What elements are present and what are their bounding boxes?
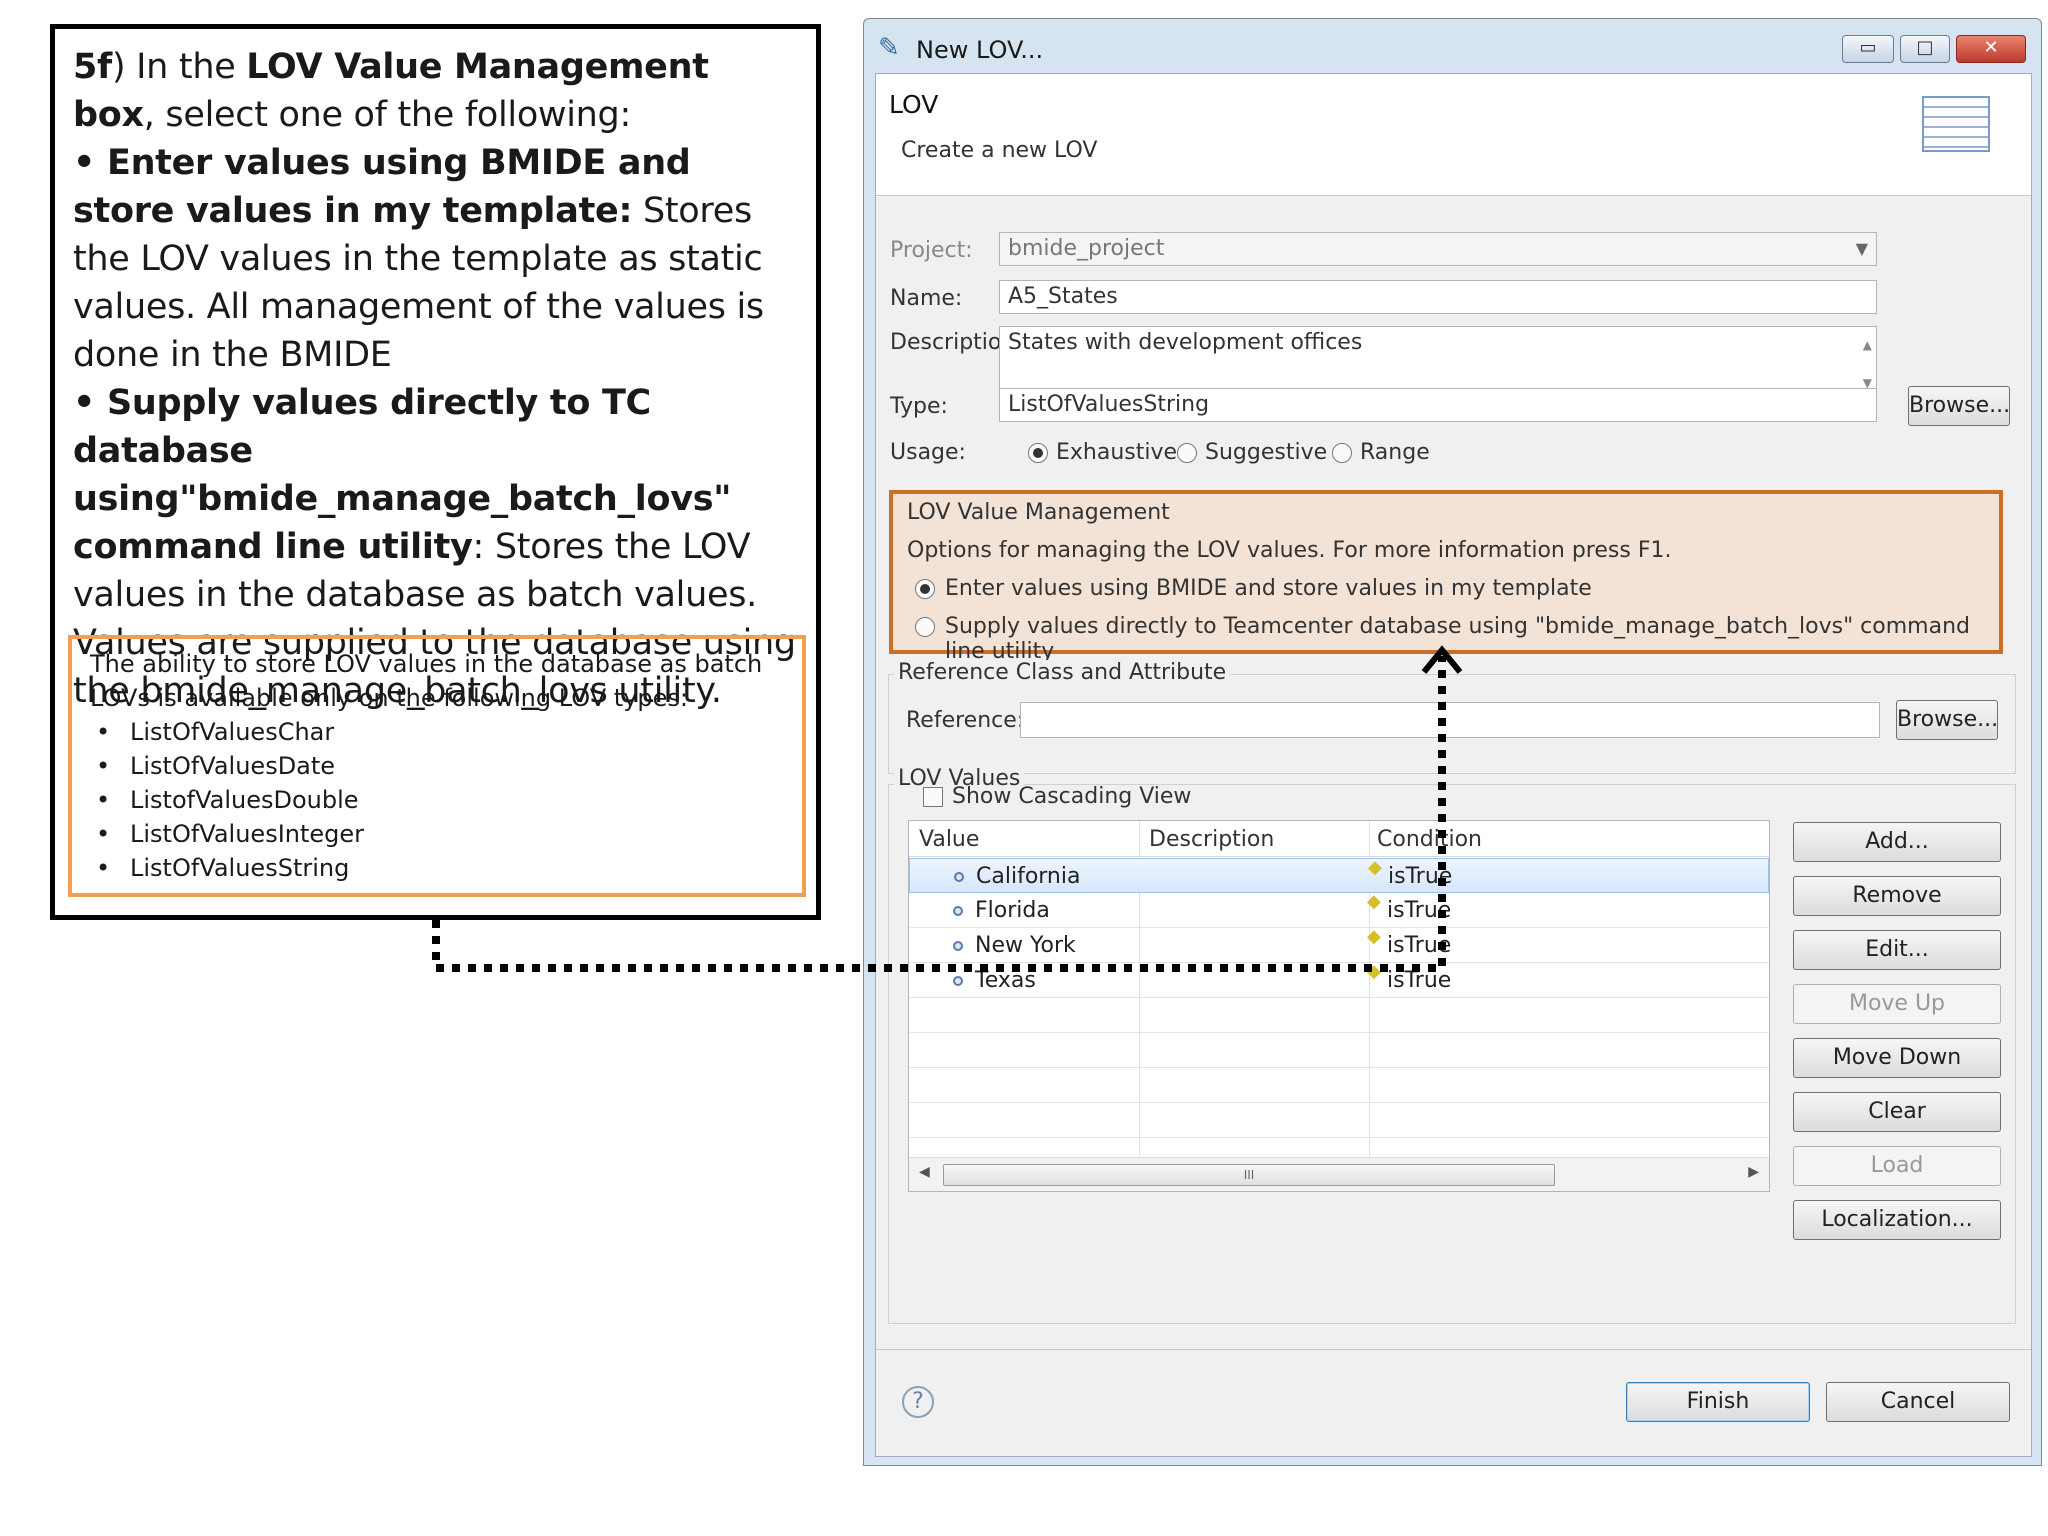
wizard-icon: ✎	[878, 33, 900, 63]
step-number: 5f	[73, 47, 112, 87]
lov-type-list: ListOfValuesChar ListOfValuesDate Listof…	[90, 715, 784, 885]
scroll-right-icon[interactable]: ▶	[1748, 1164, 1759, 1180]
batch-lov-note: The ability to store LOV values in the d…	[68, 635, 806, 897]
list-banner-icon	[1922, 96, 1990, 152]
value-bullet-icon	[954, 872, 964, 882]
scroll-up-icon[interactable]: ▲	[1863, 329, 1872, 361]
usage-exhaustive-label: Exhaustive	[1056, 440, 1178, 465]
scrollbar-thumb[interactable]: III	[943, 1164, 1555, 1186]
page-subtitle: Create a new LOV	[901, 138, 1098, 163]
table-row[interactable]: Florida ◆ isTrue	[909, 891, 1769, 928]
table-row[interactable]: Texas ◆ isTrue	[909, 961, 1769, 998]
scroll-left-icon[interactable]: ◀	[919, 1164, 930, 1180]
batch-lovs-label: Supply values directly to Teamcenter dat…	[945, 614, 1970, 664]
condition-icon: ◆	[1367, 891, 1381, 912]
maximize-button[interactable]: □	[1900, 35, 1950, 63]
move-down-button[interactable]: Move Down	[1793, 1038, 2001, 1078]
column-header-condition[interactable]: Condition	[1377, 827, 1482, 852]
lov-type-item: ListOfValuesString	[90, 851, 784, 885]
table-row	[909, 998, 1769, 1033]
dialog-body: LOV Create a new LOV Project: bmide_proj…	[875, 73, 2032, 1457]
type-field[interactable]: ListOfValuesString	[999, 388, 1877, 422]
reference-field[interactable]	[1020, 702, 1880, 738]
column-header-value[interactable]: Value	[919, 827, 979, 852]
load-button[interactable]: Load	[1793, 1146, 2001, 1186]
reference-group-title: Reference Class and Attribute	[894, 660, 1231, 685]
footer-divider	[876, 1349, 2031, 1350]
usage-exhaustive-radio[interactable]	[1028, 443, 1048, 463]
value-bullet-icon	[953, 941, 963, 951]
usage-range-label: Range	[1360, 440, 1430, 465]
value-bullet-icon	[953, 906, 963, 916]
table-row	[909, 1103, 1769, 1138]
edit-button[interactable]: Edit...	[1793, 930, 2001, 970]
project-combo[interactable]: bmide_project ▼	[999, 232, 1877, 266]
close-button[interactable]: ✕	[1956, 35, 2026, 63]
page-title: LOV	[889, 90, 939, 119]
batch-lovs-radio[interactable]	[915, 617, 935, 637]
add-button[interactable]: Add...	[1793, 822, 2001, 862]
condition-icon: ◆	[1367, 961, 1381, 982]
usage-range-radio[interactable]	[1332, 443, 1352, 463]
clear-button[interactable]: Clear	[1793, 1092, 2001, 1132]
lov-type-item: ListOfValuesChar	[90, 715, 784, 749]
condition-icon: ◆	[1367, 926, 1381, 947]
remove-button[interactable]: Remove	[1793, 876, 2001, 916]
type-label: Type:	[890, 394, 948, 419]
store-in-template-radio[interactable]	[915, 579, 935, 599]
column-header-description[interactable]: Description	[1149, 827, 1274, 852]
instruction-callout: 5f) In the LOV Value Management box, sel…	[50, 24, 821, 920]
project-label: Project:	[890, 238, 973, 263]
lov-values-table: Value Description Condition California ◆…	[908, 820, 1770, 1192]
table-row	[909, 1033, 1769, 1068]
wizard-header: LOV Create a new LOV	[876, 74, 2031, 196]
move-up-button[interactable]: Move Up	[1793, 984, 2001, 1024]
lov-type-item: ListOfValuesInteger	[90, 817, 784, 851]
type-browse-button[interactable]: Browse...	[1908, 386, 2010, 426]
table-row[interactable]: New York ◆ isTrue	[909, 926, 1769, 963]
lov-mgmt-info: Options for managing the LOV values. For…	[907, 538, 1672, 563]
reference-browse-button[interactable]: Browse...	[1896, 700, 1998, 740]
reference-label: Reference:	[906, 708, 1025, 733]
lov-value-management-group: LOV Value Management Options for managin…	[889, 490, 2003, 664]
cancel-button[interactable]: Cancel	[1826, 1382, 2010, 1422]
help-icon[interactable]: ?	[902, 1386, 934, 1418]
window-title: New LOV...	[916, 36, 1044, 64]
chevron-down-icon: ▼	[1855, 239, 1868, 258]
name-field[interactable]: A5_States	[999, 280, 1877, 314]
value-bullet-icon	[953, 976, 963, 986]
lov-mgmt-title: LOV Value Management	[907, 500, 1170, 525]
lov-type-item: ListOfValuesDate	[90, 749, 784, 783]
condition-icon: ◆	[1368, 857, 1382, 878]
instruction-text: 5f) In the LOV Value Management box, sel…	[73, 47, 796, 711]
lov-type-item: ListofValuesDouble	[90, 783, 784, 817]
localization-button[interactable]: Localization...	[1793, 1200, 2001, 1240]
new-lov-dialog: ✎ New LOV... ▭ □ ✕ LOV Create a new LOV …	[863, 18, 2042, 1466]
name-label: Name:	[890, 286, 963, 311]
cascading-view-label: Show Cascading View	[952, 784, 1192, 809]
usage-suggestive-radio[interactable]	[1177, 443, 1197, 463]
table-header: Value Description Condition	[909, 821, 1769, 857]
note-text: The ability to store LOV values in the d…	[90, 650, 763, 712]
usage-label: Usage:	[890, 440, 966, 465]
table-row[interactable]: California ◆ isTrue	[909, 857, 1769, 893]
option1-title: • Enter values using BMIDE and store val…	[73, 143, 691, 231]
cascading-view-checkbox[interactable]	[923, 787, 943, 807]
horizontal-scrollbar[interactable]: ◀ III ▶	[909, 1157, 1769, 1191]
finish-button[interactable]: Finish	[1626, 1382, 1810, 1422]
minimize-button[interactable]: ▭	[1842, 35, 1894, 63]
table-row	[909, 1068, 1769, 1103]
title-bar[interactable]: ✎ New LOV... ▭ □ ✕	[864, 19, 2041, 69]
usage-suggestive-label: Suggestive	[1205, 440, 1328, 465]
store-in-template-label: Enter values using BMIDE and store value…	[945, 576, 1592, 601]
